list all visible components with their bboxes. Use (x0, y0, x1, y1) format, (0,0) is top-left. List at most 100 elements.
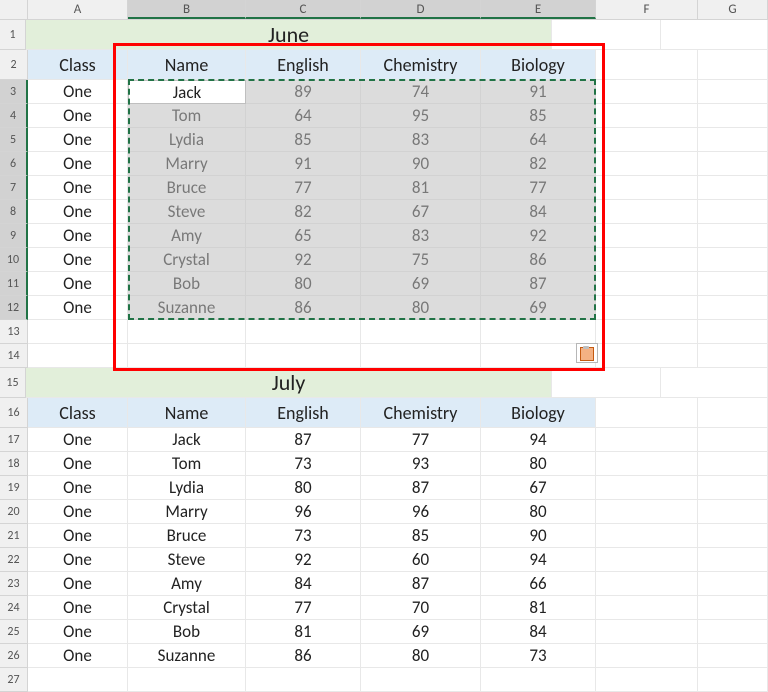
table-cell[interactable]: 74 (361, 80, 481, 104)
july-header-biology[interactable]: Biology (481, 398, 596, 428)
cell[interactable] (481, 668, 596, 692)
table-cell[interactable]: 64 (481, 128, 596, 152)
cell[interactable] (698, 80, 768, 104)
row-header-9[interactable]: 9 (0, 224, 28, 248)
table-cell[interactable]: One (28, 524, 128, 548)
table-cell[interactable]: Bruce (128, 176, 246, 200)
table-cell[interactable]: 87 (246, 428, 361, 452)
cell[interactable] (698, 248, 768, 272)
table-cell[interactable]: One (28, 644, 128, 668)
table-cell[interactable]: 77 (246, 596, 361, 620)
table-cell[interactable]: 82 (246, 200, 361, 224)
cell[interactable] (128, 344, 246, 368)
table-cell[interactable]: 65 (246, 224, 361, 248)
table-cell[interactable]: 84 (481, 200, 596, 224)
cell[interactable] (552, 368, 661, 398)
cell[interactable] (596, 524, 698, 548)
cell[interactable] (698, 344, 768, 368)
cell[interactable] (596, 152, 698, 176)
table-cell[interactable]: One (28, 500, 128, 524)
cell[interactable] (698, 50, 768, 80)
table-cell[interactable]: 94 (481, 428, 596, 452)
select-all-corner[interactable] (0, 0, 28, 19)
table-cell[interactable]: One (28, 248, 128, 272)
row-header-4[interactable]: 4 (0, 104, 28, 128)
table-cell[interactable]: One (28, 80, 128, 104)
table-cell[interactable]: Steve (128, 548, 246, 572)
col-header-F[interactable]: F (596, 0, 698, 19)
row-header-5[interactable]: 5 (0, 128, 28, 152)
table-cell[interactable]: One (28, 176, 128, 200)
col-header-A[interactable]: A (28, 0, 128, 19)
cell[interactable] (698, 620, 768, 644)
row-header-8[interactable]: 8 (0, 200, 28, 224)
row-header-16[interactable]: 16 (0, 398, 28, 428)
table-cell[interactable]: One (28, 572, 128, 596)
table-cell[interactable]: 69 (481, 296, 596, 320)
june-title[interactable]: June (26, 20, 552, 50)
table-cell[interactable]: Jack (128, 428, 246, 452)
table-cell[interactable]: 77 (481, 176, 596, 200)
table-cell[interactable]: 81 (361, 176, 481, 200)
cell[interactable] (28, 668, 128, 692)
cell[interactable] (128, 668, 246, 692)
table-cell[interactable]: 80 (481, 500, 596, 524)
table-cell[interactable]: One (28, 296, 128, 320)
table-cell[interactable]: 73 (246, 524, 361, 548)
table-cell[interactable]: 91 (481, 80, 596, 104)
july-header-name[interactable]: Name (128, 398, 246, 428)
table-cell[interactable]: 92 (246, 548, 361, 572)
cell[interactable] (361, 668, 481, 692)
june-header-chemistry[interactable]: Chemistry (361, 50, 481, 80)
cell[interactable] (698, 128, 768, 152)
table-cell[interactable]: One (28, 104, 128, 128)
row-header-25[interactable]: 25 (0, 620, 28, 644)
table-cell[interactable]: 81 (481, 596, 596, 620)
table-cell[interactable]: 87 (361, 476, 481, 500)
table-cell[interactable]: 83 (361, 224, 481, 248)
table-cell[interactable]: 81 (246, 620, 361, 644)
table-cell[interactable]: One (28, 620, 128, 644)
cell[interactable] (246, 344, 361, 368)
cell[interactable] (698, 296, 768, 320)
cell[interactable] (698, 500, 768, 524)
table-cell[interactable]: 80 (246, 272, 361, 296)
cell[interactable] (596, 548, 698, 572)
cell[interactable] (596, 224, 698, 248)
cell[interactable] (596, 620, 698, 644)
table-cell[interactable]: One (28, 452, 128, 476)
table-cell[interactable]: Amy (128, 572, 246, 596)
table-cell[interactable]: 69 (361, 272, 481, 296)
row-header-19[interactable]: 19 (0, 476, 28, 500)
col-header-B[interactable]: B (128, 0, 246, 19)
table-cell[interactable]: 87 (481, 272, 596, 296)
cell[interactable] (698, 320, 768, 344)
cell[interactable] (596, 80, 698, 104)
cell[interactable] (698, 428, 768, 452)
col-header-E[interactable]: E (481, 0, 596, 19)
table-cell[interactable]: 84 (246, 572, 361, 596)
table-cell[interactable]: One (28, 200, 128, 224)
cell[interactable] (596, 200, 698, 224)
col-header-D[interactable]: D (361, 0, 481, 19)
table-cell[interactable]: 92 (246, 248, 361, 272)
table-cell[interactable]: 75 (361, 248, 481, 272)
cell[interactable] (698, 572, 768, 596)
table-cell[interactable]: 91 (246, 152, 361, 176)
cell[interactable] (596, 500, 698, 524)
cell[interactable] (596, 104, 698, 128)
table-cell[interactable]: 95 (361, 104, 481, 128)
cell[interactable] (596, 476, 698, 500)
table-cell[interactable]: Jack (128, 80, 246, 104)
row-header-21[interactable]: 21 (0, 524, 28, 548)
table-cell[interactable]: 85 (361, 524, 481, 548)
cell[interactable] (698, 596, 768, 620)
cell[interactable] (661, 368, 768, 398)
cell[interactable] (596, 296, 698, 320)
table-cell[interactable]: 77 (246, 176, 361, 200)
table-cell[interactable]: Suzanne (128, 296, 246, 320)
table-cell[interactable]: One (28, 128, 128, 152)
cell[interactable] (246, 320, 361, 344)
cell[interactable] (698, 224, 768, 248)
cell[interactable] (698, 668, 768, 692)
